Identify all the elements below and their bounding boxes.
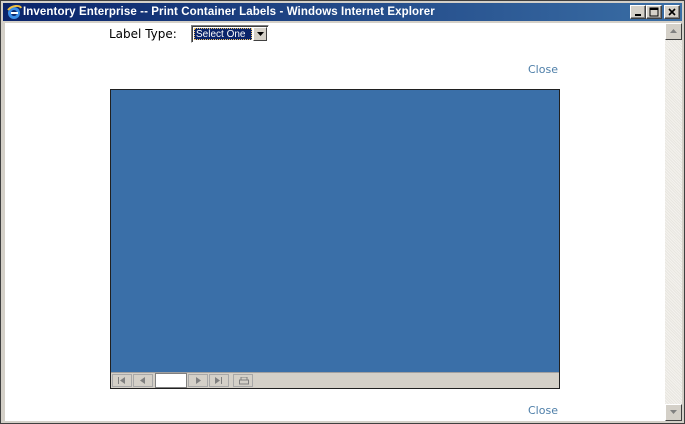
window-title: Inventory Enterprise -- Print Container …: [23, 6, 435, 18]
report-viewer-toolbar: [111, 372, 559, 388]
close-icon: [668, 8, 676, 16]
next-page-icon: [196, 377, 201, 384]
label-type-select[interactable]: Select One: [191, 25, 269, 43]
chevron-down-icon: [670, 410, 677, 414]
scroll-up-button[interactable]: [665, 23, 682, 40]
internet-explorer-icon: [6, 4, 22, 20]
label-type-label: Label Type:: [109, 27, 177, 41]
dropdown-button[interactable]: [253, 27, 267, 41]
maximize-icon: [649, 7, 659, 17]
browser-window: Inventory Enterprise -- Print Container …: [0, 0, 685, 424]
page-number-input[interactable]: [155, 373, 187, 388]
print-icon: [239, 377, 249, 385]
close-link-bottom[interactable]: Close: [528, 404, 558, 417]
close-window-button[interactable]: [664, 5, 680, 19]
last-page-button[interactable]: [209, 374, 229, 387]
first-page-button[interactable]: [112, 374, 132, 387]
close-link-top[interactable]: Close: [528, 63, 558, 76]
label-type-selected-value: Select One: [194, 28, 252, 40]
chevron-up-icon: [670, 29, 677, 33]
maximize-button[interactable]: [646, 5, 662, 19]
minimize-icon: [635, 14, 641, 16]
report-viewer: [110, 89, 560, 389]
page-content: Label Type: Select One Close Close: [5, 23, 665, 421]
scroll-down-button[interactable]: [665, 404, 682, 421]
vertical-scrollbar[interactable]: [665, 23, 682, 421]
minimize-button[interactable]: [630, 5, 646, 19]
print-button[interactable]: [233, 374, 253, 387]
next-page-button[interactable]: [188, 374, 208, 387]
previous-page-icon: [140, 377, 145, 384]
title-bar[interactable]: Inventory Enterprise -- Print Container …: [3, 3, 682, 21]
chevron-down-icon: [257, 32, 264, 36]
previous-page-button[interactable]: [133, 374, 153, 387]
last-page-icon: [215, 377, 222, 384]
first-page-icon: [118, 377, 125, 384]
